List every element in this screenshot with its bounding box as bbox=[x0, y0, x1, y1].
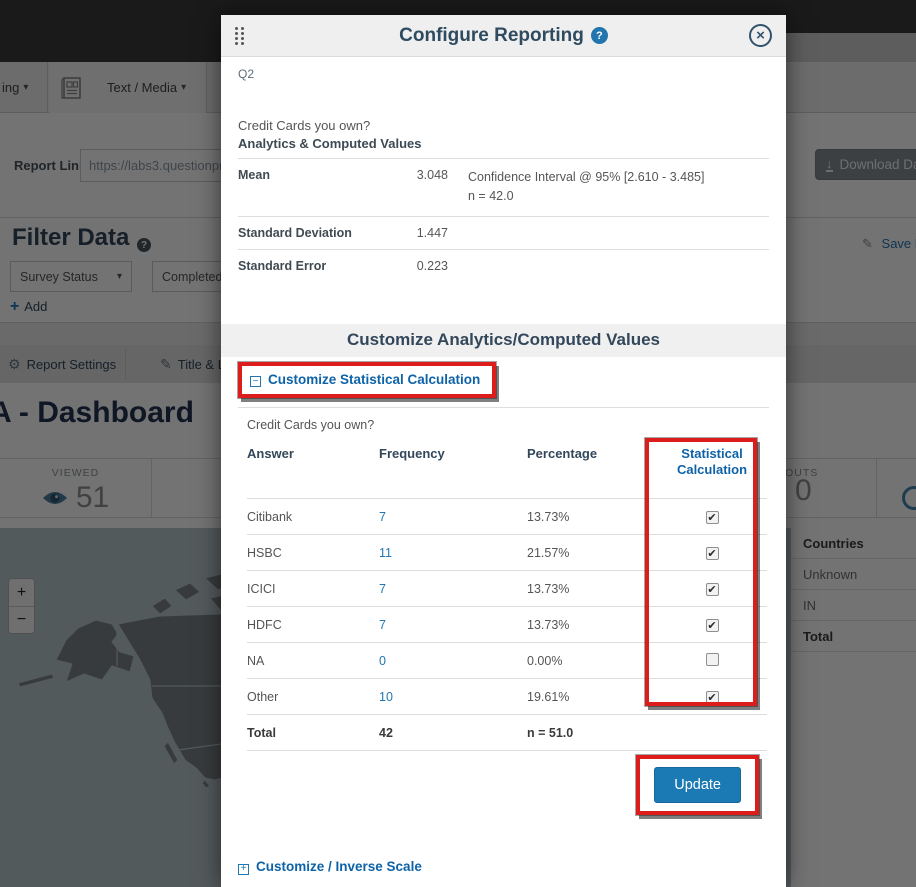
table-row: ICICI 7 13.73% bbox=[247, 571, 767, 607]
analytics-row-stderr: Standard Error 0.223 bbox=[238, 249, 769, 282]
analytics-label: Standard Error bbox=[238, 259, 403, 273]
table-row: HDFC 7 13.73% bbox=[247, 607, 767, 643]
update-row: Update bbox=[238, 755, 769, 815]
annotation-box-stat-calc-link: −Customize Statistical Calculation bbox=[238, 362, 496, 398]
answer-cell: ICICI bbox=[247, 571, 379, 607]
question-code: Q2 bbox=[238, 67, 769, 81]
more-customize-links: +Customize / Inverse Scale +Custom Scori… bbox=[238, 859, 769, 887]
frequency-link[interactable]: 11 bbox=[379, 535, 527, 571]
help-icon[interactable]: ? bbox=[591, 27, 608, 44]
percentage-cell: 0.00% bbox=[527, 643, 657, 679]
question-text: Credit Cards you own? bbox=[238, 118, 769, 133]
drag-handle-icon[interactable] bbox=[235, 27, 245, 45]
analytics-value: 0.223 bbox=[403, 259, 448, 273]
stat-calc-checkbox[interactable] bbox=[706, 619, 719, 632]
answers-table: Answer Frequency Percentage Statistical … bbox=[247, 440, 767, 752]
modal-title: Configure Reporting bbox=[399, 25, 584, 47]
percentage-cell: 19.61% bbox=[527, 679, 657, 715]
customize-stat-calc-link[interactable]: −Customize Statistical Calculation bbox=[250, 372, 480, 387]
analytics-extra: Confidence Interval @ 95% [2.610 - 3.485… bbox=[468, 168, 704, 207]
percentage-cell: 21.57% bbox=[527, 535, 657, 571]
table-total-row: Total 42 n = 51.0 bbox=[247, 715, 767, 751]
frequency-link[interactable]: 10 bbox=[379, 679, 527, 715]
analytics-label: Mean bbox=[238, 168, 403, 207]
analytics-value: 3.048 bbox=[403, 168, 448, 207]
customize-inverse-scale-label: Customize / Inverse Scale bbox=[256, 859, 422, 874]
answer-cell: Other bbox=[247, 679, 379, 715]
divider bbox=[238, 407, 769, 408]
total-frequency: 42 bbox=[379, 715, 527, 751]
percentage-cell: 13.73% bbox=[527, 607, 657, 643]
analytics-label: Standard Deviation bbox=[238, 226, 403, 240]
answer-cell: NA bbox=[247, 643, 379, 679]
question-text-repeat: Credit Cards you own? bbox=[247, 418, 769, 432]
answer-cell: HSBC bbox=[247, 535, 379, 571]
analytics-row-stddev: Standard Deviation 1.447 bbox=[238, 216, 769, 249]
frequency-link[interactable]: 7 bbox=[379, 499, 527, 535]
answer-cell: HDFC bbox=[247, 607, 379, 643]
analytics-heading: Analytics & Computed Values bbox=[238, 136, 769, 158]
configure-reporting-modal: Configure Reporting ? × Q2 Credit Cards … bbox=[221, 15, 786, 887]
analytics-row-mean: Mean 3.048 Confidence Interval @ 95% [2.… bbox=[238, 158, 769, 216]
screen: ing ▾ Text / Media ▾ Report Link bbox=[0, 0, 916, 887]
stat-calc-checkbox[interactable] bbox=[706, 583, 719, 596]
stat-calc-checkbox[interactable] bbox=[706, 691, 719, 704]
col-header-percentage: Percentage bbox=[527, 440, 657, 499]
customize-section-header: Customize Analytics/Computed Values bbox=[221, 324, 786, 357]
annotation-box-update: Update bbox=[636, 755, 759, 815]
col-header-frequency: Frequency bbox=[379, 440, 527, 499]
col-header-stat-calc: Statistical Calculation bbox=[657, 440, 767, 499]
modal-header: Configure Reporting ? × bbox=[221, 15, 786, 57]
analytics-value: 1.447 bbox=[403, 226, 448, 240]
close-icon[interactable]: × bbox=[749, 24, 772, 47]
sample-size: n = 42.0 bbox=[468, 189, 514, 203]
confidence-interval: Confidence Interval @ 95% [2.610 - 3.485… bbox=[468, 170, 704, 184]
frequency-link[interactable]: 7 bbox=[379, 607, 527, 643]
frequency-link[interactable]: 7 bbox=[379, 571, 527, 607]
stat-calc-checkbox[interactable] bbox=[706, 511, 719, 524]
expand-icon: + bbox=[238, 864, 249, 875]
stat-calc-checkbox[interactable] bbox=[706, 547, 719, 560]
customize-inverse-scale-link[interactable]: + Customize / Inverse Scale bbox=[238, 859, 769, 875]
answers-table-wrap: Answer Frequency Percentage Statistical … bbox=[238, 440, 769, 752]
answer-cell: Citibank bbox=[247, 499, 379, 535]
percentage-cell: 13.73% bbox=[527, 499, 657, 535]
table-row: NA 0 0.00% bbox=[247, 643, 767, 679]
total-label: Total bbox=[247, 715, 379, 751]
modal-body: Q2 Credit Cards you own? Analytics & Com… bbox=[221, 67, 786, 887]
total-n: n = 51.0 bbox=[527, 715, 657, 751]
update-button[interactable]: Update bbox=[654, 767, 741, 803]
table-row: Citibank 7 13.73% bbox=[247, 499, 767, 535]
customize-stat-calc-label: Customize Statistical Calculation bbox=[268, 372, 480, 387]
frequency-link[interactable]: 0 bbox=[379, 643, 527, 679]
table-row: Other 10 19.61% bbox=[247, 679, 767, 715]
percentage-cell: 13.73% bbox=[527, 571, 657, 607]
stat-calc-checkbox[interactable] bbox=[706, 653, 719, 666]
col-header-answer: Answer bbox=[247, 440, 379, 499]
collapse-icon: − bbox=[250, 376, 261, 387]
table-row: HSBC 11 21.57% bbox=[247, 535, 767, 571]
